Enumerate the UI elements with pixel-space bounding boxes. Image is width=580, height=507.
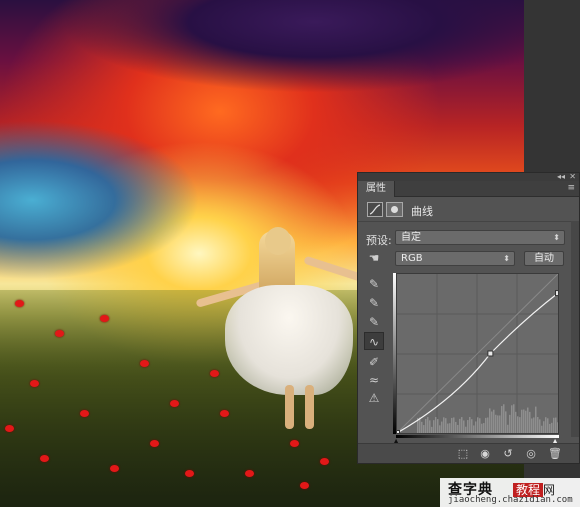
clip-to-layer-icon[interactable]: ⬚ [454,446,472,461]
histogram [417,404,558,433]
curves-adjustment-icon[interactable] [367,202,383,217]
poppy [320,458,329,465]
watermark-url: jiaocheng.chazidian.com [448,495,573,505]
properties-panel: ◂◂ ✕ 属性 ≡ 曲线 预设: 自定 ⬍ ☚ RGB ⬍ 自动 ✎ ✎ ✎ ∿… [357,172,580,464]
poppy [15,300,24,307]
updown-arrows-icon: ⬍ [503,254,510,263]
channel-value: RGB [401,253,423,264]
dancing-girl [195,225,365,435]
gray-point-eyedropper-icon[interactable]: ✎ [364,294,384,312]
input-gradient [396,435,559,438]
tab-properties[interactable]: 属性 [358,181,395,197]
poppy [5,425,14,432]
panel-bottom-bar: ⬚ ◉ ↺ ◎ 🗑 [358,443,579,463]
close-icon[interactable]: ✕ [569,172,576,181]
poppy [150,440,159,447]
poppy [290,440,299,447]
poppy [140,360,149,367]
white-point-eyedropper-icon[interactable]: ✎ [364,313,384,331]
panel-menu-icon[interactable]: ≡ [567,183,575,193]
sky-clouds [0,0,524,110]
smooth-curve-icon[interactable]: ≈ [364,371,384,389]
collapse-icon[interactable]: ◂◂ [557,172,565,181]
updown-arrows-icon: ⬍ [553,233,560,242]
reset-icon[interactable]: ↺ [499,446,517,461]
view-previous-state-icon[interactable]: ◉ [476,446,494,461]
edit-points-curve-icon[interactable]: ∿ [364,332,384,350]
poppy [100,315,109,322]
curve-control-point[interactable] [555,290,559,297]
poppy [185,470,194,477]
poppy [30,380,39,387]
panel-scrollbar[interactable] [571,221,579,437]
panel-title-strip[interactable]: ◂◂ ✕ [358,172,579,181]
sky-blue-patch [0,120,200,280]
panel-tab-bar: 属性 ≡ [358,181,579,197]
targeted-adjustment-hand-icon[interactable]: ☚ [364,249,384,267]
auto-button[interactable]: 自动 [524,251,564,266]
layer-mask-icon[interactable] [386,202,403,217]
visibility-eye-icon[interactable]: ◎ [522,446,540,461]
poppy [55,330,64,337]
adjustment-header: 曲线 [358,198,579,222]
watermark: 查字典 教程网 jiaocheng.chazidian.com [440,478,580,507]
curve-control-point[interactable] [397,430,400,434]
delete-trash-icon[interactable]: 🗑 [546,446,564,461]
poppy [170,400,179,407]
black-point-eyedropper-icon[interactable]: ✎ [364,275,384,293]
clipping-warning-icon[interactable]: ⚠ [364,389,384,407]
poppy [40,455,49,462]
channel-select[interactable]: RGB ⬍ [395,251,515,266]
preset-label: 预设: [366,234,392,247]
draw-curve-pencil-icon[interactable]: ✐ [364,353,384,371]
curves-graph-svg [397,274,558,433]
poppy [110,465,119,472]
preset-select[interactable]: 自定 ⬍ [395,230,565,245]
poppy [80,410,89,417]
poppy [300,482,309,489]
curves-graph[interactable] [396,273,559,434]
preset-value: 自定 [401,232,421,243]
poppy [245,470,254,477]
adjustment-title: 曲线 [411,205,433,218]
curve-control-point[interactable] [487,350,494,357]
